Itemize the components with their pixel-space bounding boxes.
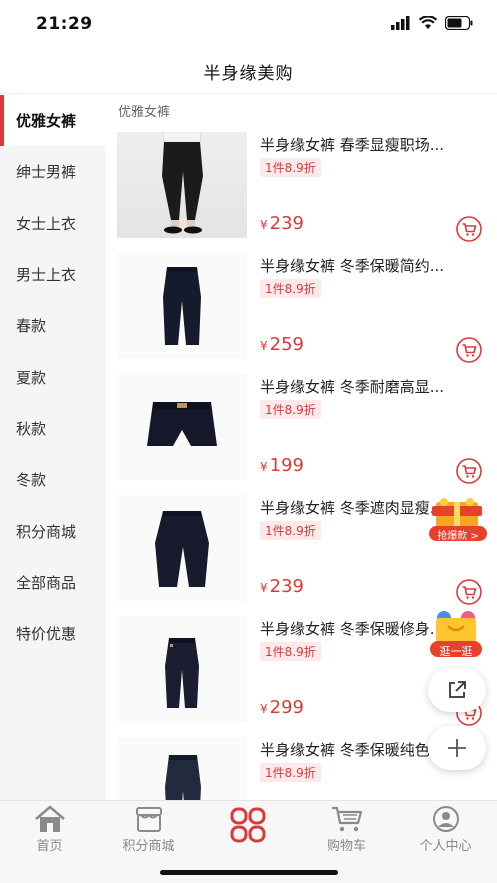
sidebar-item-label: 积分商城 (16, 522, 77, 541)
currency-symbol: ¥ (260, 339, 268, 353)
sidebar-item-points-mall[interactable]: 积分商城 (0, 505, 106, 556)
cart-icon (456, 337, 482, 363)
price-value: 259 (269, 334, 304, 355)
cart-icon (456, 216, 482, 242)
tab-category[interactable] (198, 805, 297, 855)
discount-badge: 1件8.9折 (260, 763, 321, 782)
category-icon (230, 807, 265, 843)
tab-home[interactable]: 首页 (0, 805, 99, 855)
product-card[interactable]: 半身缘女裤 冬季保暖简约... 1件8.9折 ¥259 (106, 253, 497, 374)
category-sidebar: 优雅女裤 绅士男裤 女士上衣 男士上衣 春款 夏款 秋款 冬款 积分商城 全部商… (0, 95, 106, 800)
tab-points-mall[interactable]: 积分商城 (99, 805, 198, 855)
currency-symbol: ¥ (260, 460, 268, 474)
product-title: 半身缘女裤 春季显瘦职场... (260, 136, 445, 154)
sidebar-item-autumn[interactable]: 秋款 (0, 403, 106, 454)
product-title: 半身缘女裤 冬季保暖简约... (260, 257, 445, 275)
nav-bar: 半身缘美购 (0, 48, 497, 94)
discount-badge: 1件8.9折 (260, 400, 321, 419)
sidebar-item-men-tops[interactable]: 男士上衣 (0, 249, 106, 300)
browse-button[interactable]: 逛一逛 (426, 608, 486, 660)
price-value: 199 (269, 455, 304, 476)
price-value: 299 (269, 697, 304, 718)
product-title: 半身缘女裤 冬季耐磨高显... (260, 378, 445, 396)
share-icon (449, 681, 466, 698)
hot-deal-label: 抢爆款 > (437, 531, 479, 542)
share-button[interactable] (428, 668, 486, 712)
sidebar-item-label: 全部商品 (16, 573, 77, 592)
tab-label: 首页 (36, 839, 63, 854)
add-to-cart-button[interactable] (456, 337, 482, 363)
price-value: 239 (269, 213, 304, 234)
sidebar-item-label: 男士上衣 (16, 266, 77, 285)
add-to-cart-button[interactable] (456, 216, 482, 242)
section-title: 优雅女裤 (118, 105, 171, 120)
sidebar-item-label: 夏款 (16, 368, 47, 387)
product-price: ¥239 (260, 213, 304, 234)
cart-icon (456, 579, 482, 605)
sidebar-item-label: 春款 (16, 317, 47, 336)
sidebar-item-label: 冬款 (16, 471, 47, 490)
sidebar-item-women-pants[interactable]: 优雅女裤 (0, 95, 106, 147)
sidebar-item-winter[interactable]: 冬款 (0, 454, 106, 505)
browse-label: 逛一逛 (439, 645, 473, 658)
sidebar-item-women-tops[interactable]: 女士上衣 (0, 198, 106, 249)
status-icons (391, 16, 473, 30)
tab-profile[interactable]: 个人中心 (396, 805, 495, 855)
currency-symbol: ¥ (260, 702, 268, 716)
plus-icon (448, 739, 466, 757)
product-price: ¥299 (260, 697, 304, 718)
currency-symbol: ¥ (260, 218, 268, 232)
status-time: 21:29 (36, 14, 93, 34)
product-image (117, 374, 247, 480)
tab-label: 购物车 (326, 839, 366, 854)
sidebar-item-summer[interactable]: 夏款 (0, 351, 106, 402)
sidebar-item-label: 特价优惠 (16, 625, 77, 644)
user-icon (432, 806, 459, 832)
cart-icon (456, 458, 482, 484)
hot-deal-button[interactable]: 抢爆款 > (426, 496, 490, 544)
product-image (117, 253, 247, 359)
sidebar-item-specials[interactable]: 特价优惠 (0, 608, 106, 659)
price-value: 239 (269, 576, 304, 597)
product-card[interactable]: 半身缘女裤 冬季耐磨高显... 1件8.9折 ¥199 (106, 374, 497, 495)
discount-badge: 1件8.9折 (260, 521, 321, 540)
wifi-icon (419, 16, 437, 29)
product-price: ¥239 (260, 576, 304, 597)
product-card[interactable]: 半身缘女裤 春季显瘦职场... 1件8.9折 ¥239 (106, 132, 497, 253)
sidebar-item-label: 优雅女裤 (16, 112, 77, 131)
home-indicator (160, 870, 338, 875)
home-icon (34, 805, 65, 832)
tab-label: 个人中心 (419, 839, 472, 854)
store-icon (135, 807, 162, 832)
status-bar: 21:29 (0, 0, 497, 48)
discount-badge: 1件8.9折 (260, 158, 321, 177)
product-image (117, 495, 247, 601)
sidebar-item-all-products[interactable]: 全部商品 (0, 557, 106, 608)
sidebar-item-spring[interactable]: 春款 (0, 300, 106, 351)
battery-icon (445, 16, 473, 30)
sidebar-item-label: 女士上衣 (16, 214, 77, 233)
sidebar-item-label: 秋款 (16, 419, 47, 438)
sidebar-item-label: 绅士男裤 (16, 163, 77, 182)
discount-badge: 1件8.9折 (260, 642, 321, 661)
sidebar-item-men-pants[interactable]: 绅士男裤 (0, 146, 106, 197)
product-price: ¥259 (260, 334, 304, 355)
add-to-cart-button[interactable] (456, 458, 482, 484)
currency-symbol: ¥ (260, 581, 268, 595)
product-image (117, 616, 247, 722)
tab-cart[interactable]: 购物车 (297, 805, 396, 855)
add-to-cart-button[interactable] (456, 579, 482, 605)
tab-label: 积分商城 (122, 839, 175, 854)
product-image (117, 737, 247, 800)
discount-badge: 1件8.9折 (260, 279, 321, 298)
signal-icon (391, 16, 410, 30)
page-title: 半身缘美购 (203, 64, 294, 84)
cart-icon (331, 806, 362, 832)
add-button[interactable] (428, 726, 486, 770)
product-price: ¥199 (260, 455, 304, 476)
product-image (117, 132, 247, 238)
